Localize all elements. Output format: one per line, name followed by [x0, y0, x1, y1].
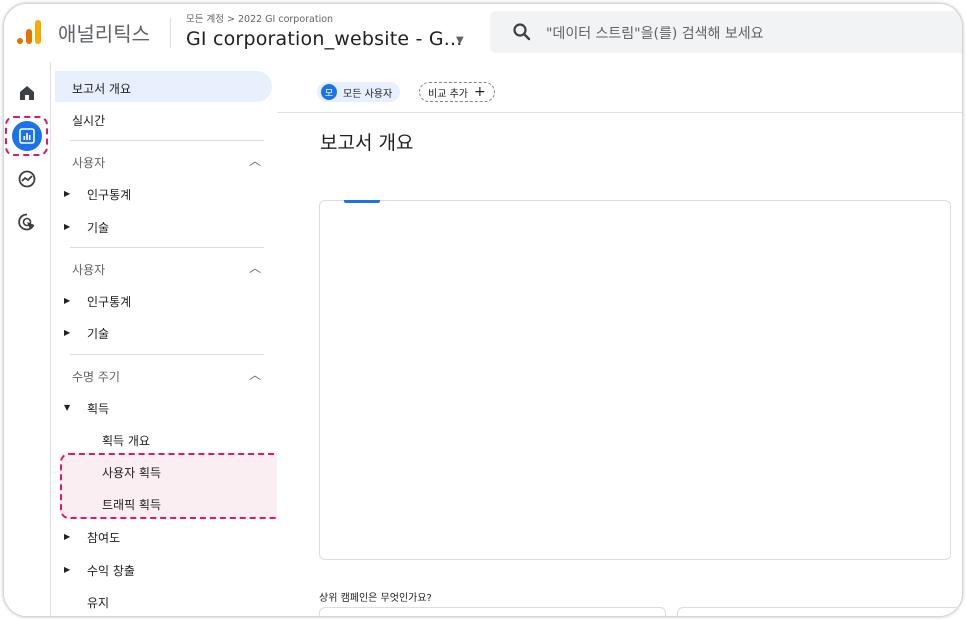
search-bar[interactable]: "데이터 스트림"을(를) 검색해 보세요 — [490, 11, 962, 53]
caret-right-icon[interactable]: ▶ — [64, 296, 70, 305]
caret-right-icon[interactable]: ▶ — [64, 189, 70, 198]
all-users-label: 모든 사용자 — [343, 88, 393, 100]
caret-right-icon[interactable]: ▶ — [64, 222, 70, 231]
highlight-reports — [5, 116, 48, 156]
add-comparison-button[interactable]: 비교 추가 + — [419, 82, 495, 102]
card-tab-indicator — [344, 200, 380, 203]
chevron-up-icon[interactable]: ︿ — [249, 152, 261, 169]
property-selector[interactable]: GI corporation_website - G... — [186, 28, 462, 50]
chevron-up-icon[interactable]: ︿ — [249, 259, 261, 276]
caret-down-icon[interactable]: ▼ — [64, 403, 70, 412]
page-title: 보고서 개요 — [320, 132, 414, 154]
chevron-up-icon[interactable]: ︿ — [249, 366, 261, 383]
breadcrumb[interactable]: 모든 계정 > 2022 GI corporation — [186, 11, 333, 25]
home-icon[interactable] — [17, 83, 37, 103]
add-comparison-label: 비교 추가 — [428, 88, 468, 100]
all-users-chip[interactable]: 모 모든 사용자 — [317, 82, 401, 102]
app-window: 애널리틱스 모든 계정 > 2022 GI corporation GI cor… — [3, 3, 963, 617]
nav-acquisition-overview[interactable]: 획득 개요 — [102, 432, 150, 449]
section-title-users[interactable]: 사용자 — [72, 261, 105, 278]
nav-tech[interactable]: 기술 — [87, 325, 109, 342]
app-name: 애널리틱스 — [58, 22, 150, 46]
section-divider — [70, 354, 264, 355]
search-icon — [513, 23, 531, 41]
nav-retention[interactable]: 유지 — [87, 594, 109, 611]
nav-traffic-acquisition[interactable]: 트래픽 획득 — [102, 496, 161, 513]
nav-monetization[interactable]: 수익 창출 — [87, 562, 135, 579]
header-divider — [170, 18, 171, 48]
explore-icon[interactable] — [17, 169, 37, 189]
nav-demographics[interactable]: 인구통계 — [87, 293, 131, 310]
nav-demographics[interactable]: 인구통계 — [87, 186, 131, 203]
section-title-lifecycle[interactable]: 수명 주기 — [72, 368, 120, 385]
plus-icon: + — [473, 84, 486, 100]
caret-right-icon[interactable]: ▶ — [64, 565, 70, 574]
caret-right-icon[interactable]: ▶ — [64, 328, 70, 337]
campaign-question: 상위 캠페인은 무엇인가요? — [319, 593, 432, 604]
nav-acquisition[interactable]: 획득 — [87, 400, 109, 417]
nav-engagement[interactable]: 참여도 — [87, 529, 120, 546]
nav-report-overview[interactable]: 보고서 개요 — [72, 80, 131, 97]
nav-rail — [4, 62, 51, 616]
report-sidebar: 보고서 개요 실시간 사용자 ︿ ▶ 인구통계 ▶ 기술 사용자 ︿ ▶ 인구통… — [51, 62, 314, 616]
top-bar: 애널리틱스 모든 계정 > 2022 GI corporation GI cor… — [4, 4, 962, 63]
comparison-bar: 모 모든 사용자 비교 추가 + — [277, 62, 962, 113]
overview-card — [319, 200, 951, 560]
section-title-users[interactable]: 사용자 — [72, 154, 105, 171]
chevron-down-icon[interactable]: ▼ — [456, 35, 464, 46]
section-divider — [70, 140, 264, 141]
segment-badge: 모 — [321, 84, 337, 100]
nav-tech[interactable]: 기술 — [87, 219, 109, 236]
main-content: 모 모든 사용자 비교 추가 + 보고서 개요 상위 캠페인은 무엇인가요? — [277, 62, 962, 616]
advertising-icon[interactable] — [17, 212, 37, 232]
nav-realtime[interactable]: 실시간 — [72, 112, 105, 129]
secondary-card — [677, 607, 962, 616]
analytics-logo-icon[interactable] — [16, 18, 42, 46]
campaign-card — [319, 607, 666, 616]
section-divider — [70, 247, 264, 248]
caret-right-icon[interactable]: ▶ — [64, 532, 70, 541]
search-placeholder: "데이터 스트림"을(를) 검색해 보세요 — [546, 26, 764, 42]
highlight-acquisition-reports — [60, 453, 314, 519]
nav-user-acquisition[interactable]: 사용자 획득 — [102, 464, 161, 481]
